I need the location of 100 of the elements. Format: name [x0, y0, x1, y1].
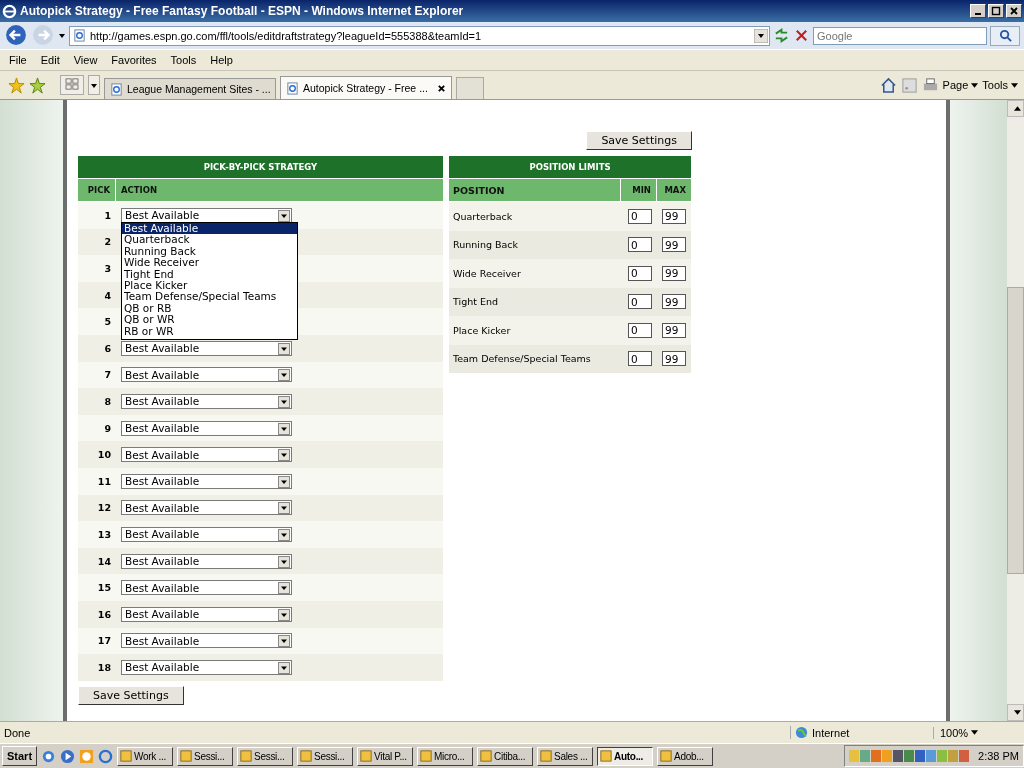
window-icon [540, 750, 553, 762]
maximize-button[interactable] [988, 4, 1004, 18]
add-favorite-icon[interactable] [29, 76, 46, 94]
page-menu[interactable]: Page [942, 79, 979, 91]
menu-item[interactable]: Favorites [111, 54, 157, 66]
taskbar-button[interactable]: Sessi... [237, 746, 294, 766]
star-icon[interactable] [8, 76, 25, 94]
max-field[interactable]: 99 [662, 265, 686, 281]
menu-item[interactable]: Tools [170, 54, 197, 66]
menu-item[interactable]: View [73, 54, 98, 66]
taskbar-button[interactable]: Adob... [657, 746, 714, 766]
max-field[interactable]: 99 [662, 208, 686, 224]
tab-list-button[interactable] [88, 75, 100, 95]
action-dropdown[interactable]: Best Available [121, 340, 292, 356]
dropdown-option[interactable]: QB or WR [122, 314, 297, 326]
action-dropdown[interactable]: Best Available [121, 606, 292, 622]
taskbar-button[interactable]: Citiba... [477, 746, 534, 766]
min-field[interactable]: 0 [628, 294, 652, 310]
new-tab-button[interactable] [456, 77, 484, 99]
refresh-icon[interactable] [773, 27, 790, 44]
caret-icon[interactable] [58, 31, 66, 40]
taskbar-button[interactable]: Micro... [417, 746, 474, 766]
down-arrow-icon [1013, 710, 1021, 715]
taskbar-button[interactable]: Work ... [117, 746, 174, 766]
search-field[interactable]: Google [813, 26, 987, 45]
zoom-control[interactable]: 100% [933, 726, 1020, 739]
browser-tab[interactable]: League Management Sites - ... [104, 78, 276, 99]
tray-icon[interactable] [915, 750, 926, 762]
search-button[interactable] [990, 25, 1020, 46]
maximize-icon [991, 6, 1001, 16]
browser-tab[interactable]: Autopick Strategy - Free ... [280, 76, 452, 99]
min-field[interactable]: 0 [628, 351, 652, 367]
action-dropdown[interactable]: Best Available [121, 207, 292, 223]
tray-icon[interactable] [871, 750, 882, 762]
minimize-button[interactable] [970, 4, 986, 18]
back-button[interactable] [4, 23, 28, 48]
grid-icon [65, 77, 79, 90]
dropdown-option[interactable]: Quarterback [122, 234, 297, 246]
action-dropdown[interactable]: Best Available [121, 473, 292, 489]
clock-icon[interactable] [79, 748, 95, 764]
position-name: Quarterback [452, 209, 514, 224]
action-dropdown[interactable]: Best Available [121, 633, 292, 649]
dropdown-option[interactable]: Best Available [122, 223, 297, 235]
home-icon[interactable] [879, 76, 897, 94]
browser-icon[interactable] [98, 748, 114, 764]
action-dropdown[interactable]: Best Available [121, 500, 292, 516]
close-button[interactable] [1006, 4, 1022, 18]
pick-number: 1 [103, 208, 112, 223]
taskbar-button[interactable]: Vital P... [357, 746, 414, 766]
dropdown-option[interactable]: Wide Receiver [122, 257, 297, 269]
min-field[interactable]: 0 [628, 237, 652, 253]
globe-icon [795, 726, 808, 739]
action-dropdown[interactable]: Best Available [121, 553, 292, 569]
dropdown-option[interactable]: Place Kicker [122, 280, 297, 292]
dropdown-arrow-icon[interactable] [754, 28, 768, 43]
action-dropdown[interactable]: Best Available [121, 447, 292, 463]
taskbar-button[interactable]: Auto... [597, 746, 654, 766]
caret-icon [971, 730, 979, 735]
page-icon [286, 81, 299, 95]
close-icon[interactable] [437, 83, 446, 93]
dropdown-option[interactable]: QB or RB [122, 302, 297, 315]
max-field[interactable]: 99 [662, 294, 686, 310]
stop-icon[interactable] [793, 27, 810, 44]
address-field[interactable]: http://games.espn.go.com/ffl/tools/editdraftstrategy?leagueId=555388&teamId=1 [69, 25, 770, 46]
min-field[interactable]: 0 [628, 322, 652, 338]
position-name: Running Back [452, 238, 519, 253]
dropdown-option[interactable]: Tight End [122, 268, 297, 281]
menu-item[interactable]: Help [210, 54, 233, 66]
page-icon [110, 82, 123, 96]
scrollbar[interactable] [1007, 100, 1024, 721]
menu-item[interactable]: File [9, 54, 27, 66]
taskbar-button[interactable]: Sales ... [537, 746, 594, 766]
action-dropdown[interactable]: Best Available [121, 420, 292, 436]
action-dropdown[interactable]: Best Available [121, 659, 292, 675]
max-field[interactable]: 99 [662, 237, 686, 253]
action-dropdown[interactable]: Best Available [121, 580, 292, 596]
menu-item[interactable]: Edit [40, 54, 60, 66]
action-dropdown[interactable]: Best Available [121, 393, 292, 409]
dropdown-option[interactable]: Team Defense/Special Teams [122, 291, 297, 303]
position-name: Place Kicker [452, 323, 512, 338]
taskbar-button[interactable]: Sessi... [177, 746, 234, 766]
play-icon[interactable] [60, 748, 76, 764]
save-settings-button[interactable]: Save Settings [78, 685, 184, 705]
tools-menu[interactable]: Tools [982, 79, 1018, 91]
dropdown-option[interactable]: RB or WR [122, 325, 297, 338]
min-field[interactable]: 0 [628, 265, 652, 281]
max-field[interactable]: 99 [662, 322, 686, 338]
save-settings-button[interactable]: Save Settings [586, 131, 692, 150]
position-name: Tight End [452, 295, 499, 310]
tray-icon[interactable] [959, 750, 970, 762]
action-dropdown[interactable]: Best Available [121, 526, 292, 542]
dropdown-option[interactable]: Running Back [122, 245, 297, 258]
taskbar-button[interactable]: Sessi... [297, 746, 354, 766]
min-field[interactable]: 0 [628, 208, 652, 224]
tray-icon[interactable] [893, 750, 904, 762]
browser-icon[interactable] [41, 748, 57, 764]
max-field[interactable]: 99 [662, 351, 686, 367]
tray-icon[interactable] [904, 750, 915, 762]
action-dropdown[interactable]: Best Available [121, 367, 292, 383]
start-button[interactable]: Start [2, 746, 38, 766]
